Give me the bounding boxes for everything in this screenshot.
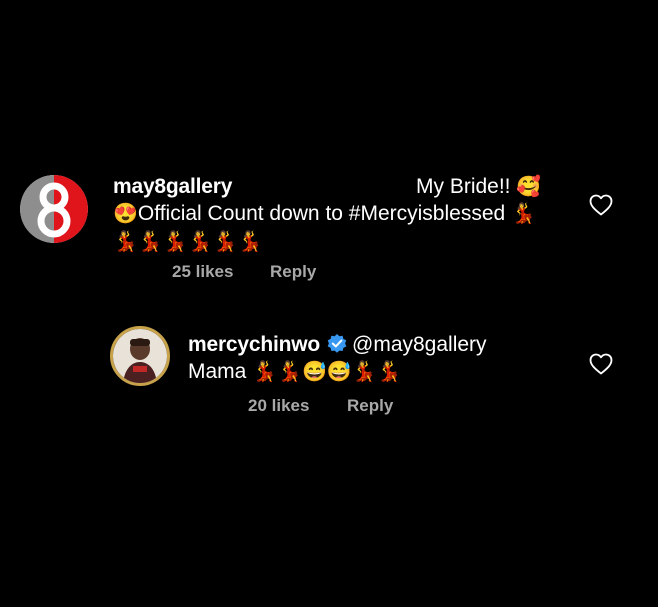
comment-text-line1: My Bride!! 🥰 xyxy=(416,175,542,198)
reply-button[interactable]: Reply xyxy=(270,262,316,282)
heart-eyes-emoji: 😍 xyxy=(113,203,138,225)
mention-link[interactable]: @may8gallery xyxy=(352,333,487,356)
dancer-emojis: 💃💃💃💃💃💃 xyxy=(113,231,263,253)
heart-outline-icon[interactable] xyxy=(589,194,613,221)
username-link[interactable]: mercychinwo xyxy=(188,333,320,356)
avatar-mercychinwo[interactable] xyxy=(110,326,170,386)
comment-text-line2: 😍Official Count down to #Mercyisblessed … xyxy=(113,202,536,225)
reply-button[interactable]: Reply xyxy=(347,396,393,416)
avatar-may8gallery[interactable] xyxy=(20,175,88,243)
dancer-sweat-smile-emojis: 💃💃😅😅💃💃 xyxy=(252,361,402,383)
verified-badge-icon xyxy=(327,334,347,353)
username-link[interactable]: may8gallery xyxy=(113,175,232,198)
heart-outline-icon[interactable] xyxy=(589,353,613,380)
likes-count[interactable]: 25 likes xyxy=(172,262,233,282)
comment-text-line3: 💃💃💃💃💃💃 xyxy=(113,228,553,256)
comment-mercychinwo: mercychinwo @may8gallery Mama 💃💃😅😅💃💃 20 … xyxy=(0,290,658,440)
comment-may8gallery: may8gallery My Bride!! 🥰 😍Official Count… xyxy=(0,0,658,290)
may8gallery-logo-icon xyxy=(20,175,88,243)
comment-body: mercychinwo @may8gallery Mama 💃💃😅😅💃💃 xyxy=(188,331,588,386)
dancer-emoji: 💃 xyxy=(511,203,536,225)
likes-count[interactable]: 20 likes xyxy=(248,396,309,416)
comment-body: may8gallery My Bride!! 🥰 😍Official Count… xyxy=(113,173,553,256)
profile-photo-icon xyxy=(113,329,167,383)
smiling-hearts-emoji: 🥰 xyxy=(516,176,542,198)
comment-text: Mama 💃💃😅😅💃💃 xyxy=(188,360,402,383)
